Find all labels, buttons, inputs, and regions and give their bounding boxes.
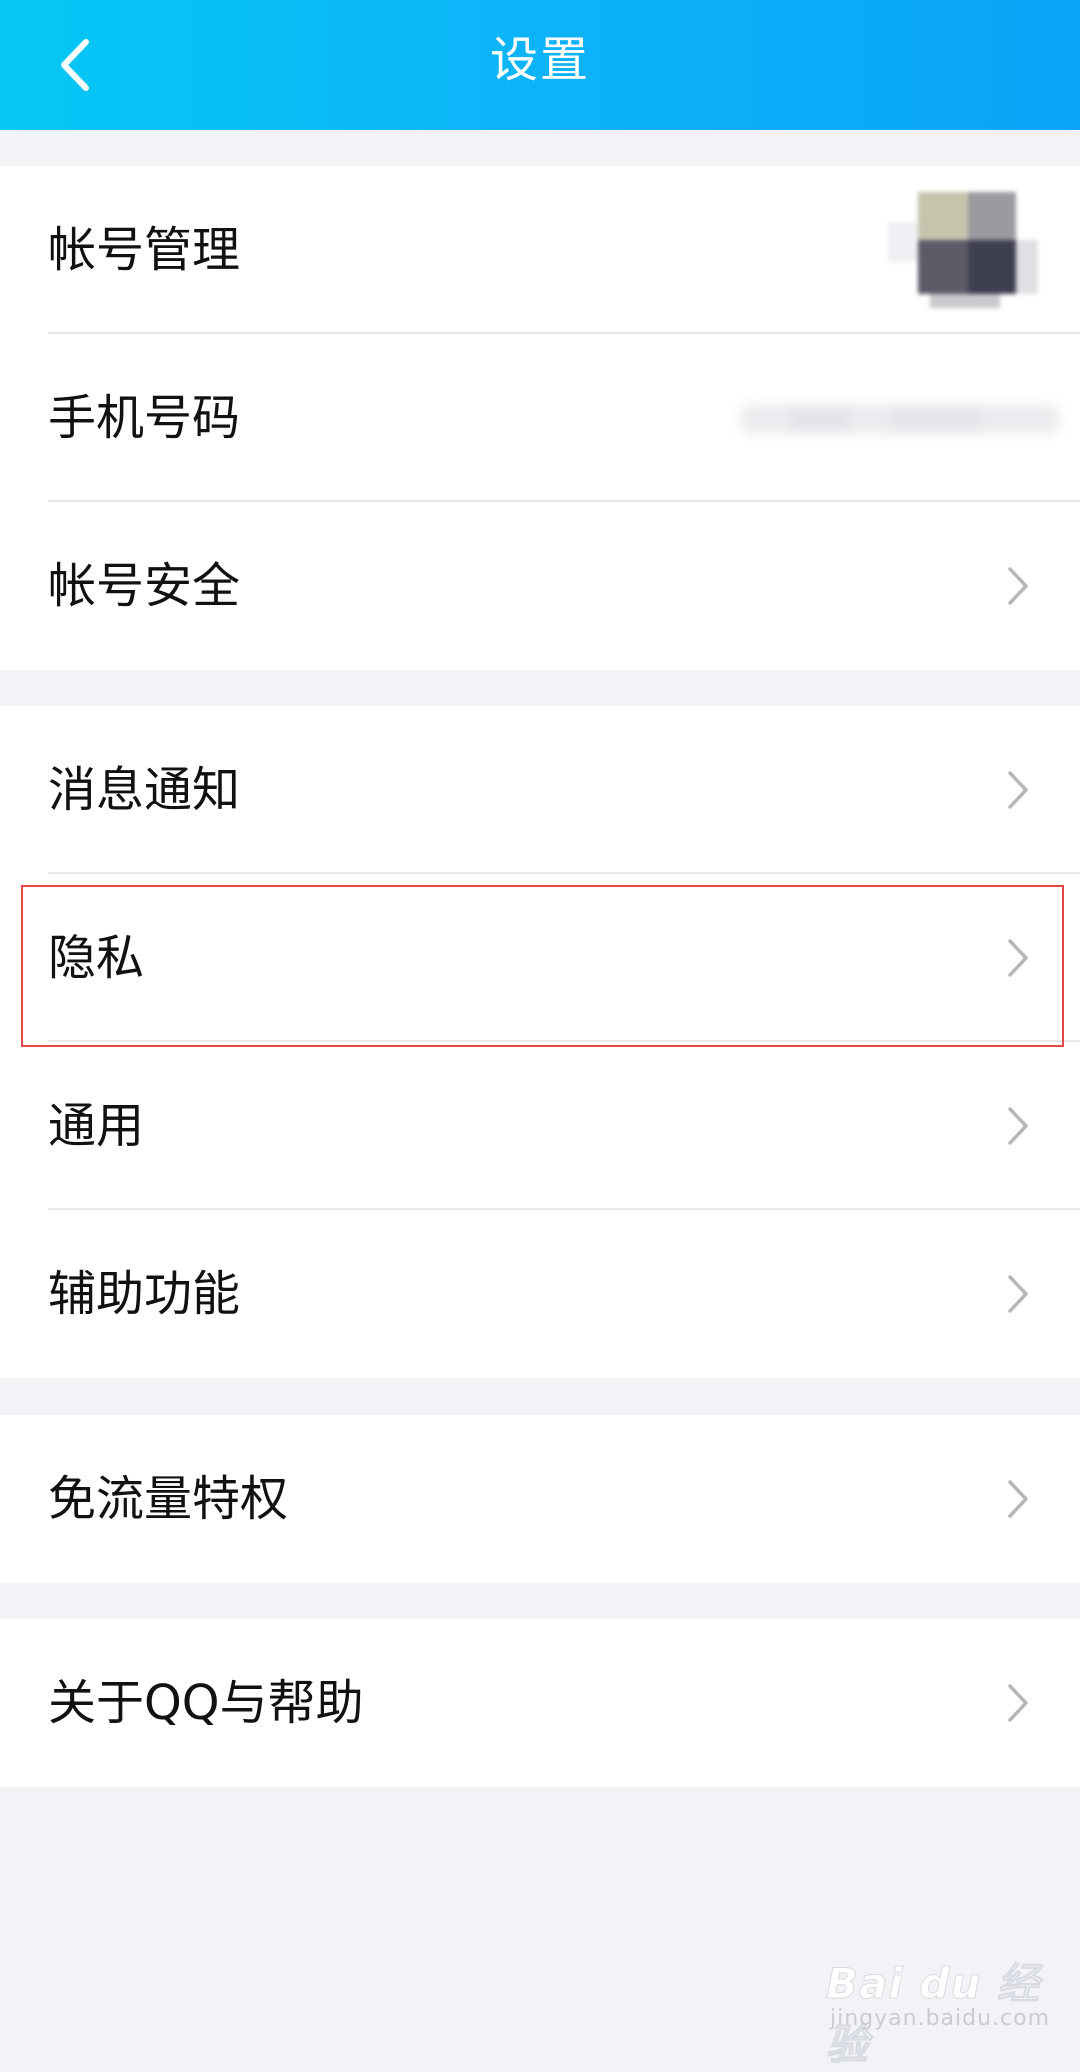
chevron-right-icon: [1008, 1107, 1028, 1145]
chevron-right-icon: [1008, 1684, 1028, 1722]
avatar: [888, 192, 1038, 308]
settings-item-label: 关于QQ与帮助: [48, 1675, 364, 1731]
phone-number-value: [740, 404, 1060, 434]
settings-item-phone-number[interactable]: 手机号码: [0, 334, 1080, 502]
settings-item-about-qq-help[interactable]: 关于QQ与帮助: [0, 1619, 1080, 1787]
chevron-right-icon: [1008, 939, 1028, 977]
settings-group-general: 消息通知 隐私 通用 辅助功能: [0, 706, 1080, 1378]
settings-group-about: 关于QQ与帮助: [0, 1619, 1080, 1787]
chevron-right-icon: [1008, 1275, 1028, 1313]
watermark-url: jingyan.baidu.com: [830, 2006, 1051, 2031]
settings-group-account: 帐号管理 手机号码 帐号安全: [0, 166, 1080, 670]
watermark: Bai du 经验 jingyan.baidu.com: [826, 1950, 1066, 2070]
settings-item-label: 隐私: [48, 930, 145, 986]
header-bar: 设置: [0, 0, 1080, 130]
settings-item-notifications[interactable]: 消息通知: [0, 706, 1080, 874]
settings-item-general[interactable]: 通用: [0, 1042, 1080, 1210]
chevron-right-icon: [1008, 567, 1028, 605]
page-title: 设置: [489, 32, 590, 88]
settings-item-account-security[interactable]: 帐号安全: [0, 502, 1080, 670]
settings-item-label: 帐号安全: [48, 558, 241, 614]
settings-item-label: 帐号管理: [48, 222, 241, 278]
settings-item-account-management[interactable]: 帐号管理: [0, 166, 1080, 334]
settings-item-accessibility[interactable]: 辅助功能: [0, 1210, 1080, 1378]
settings-item-label: 手机号码: [48, 390, 241, 446]
settings-item-privacy[interactable]: 隐私: [0, 874, 1080, 1042]
settings-item-label: 通用: [48, 1098, 145, 1154]
settings-item-data-free-privilege[interactable]: 免流量特权: [0, 1415, 1080, 1583]
settings-item-label: 消息通知: [48, 762, 241, 818]
chevron-right-icon: [1008, 771, 1028, 809]
settings-item-label: 免流量特权: [48, 1471, 289, 1527]
settings-group-data-free: 免流量特权: [0, 1415, 1080, 1583]
settings-item-label: 辅助功能: [48, 1266, 241, 1322]
chevron-right-icon: [1008, 1480, 1028, 1518]
